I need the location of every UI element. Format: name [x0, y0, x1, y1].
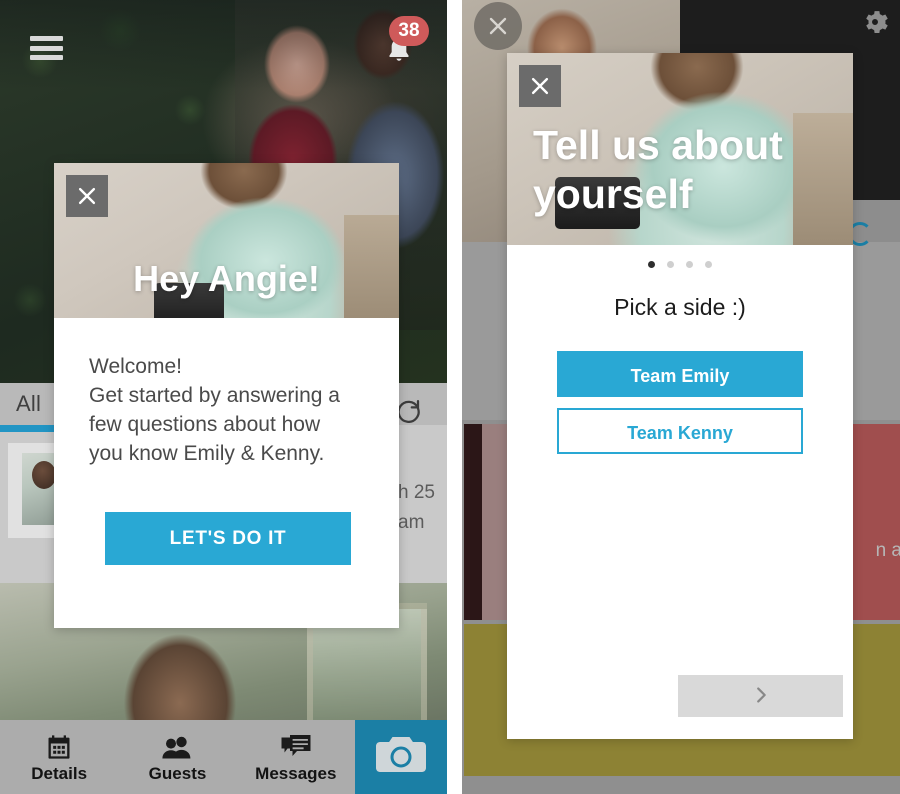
modal-body-text: Welcome! Get started by answering a few … [89, 355, 340, 465]
nav-item-guests[interactable]: Guests [118, 720, 236, 794]
feed-timestamp-date: h 25 [398, 482, 435, 503]
gear-icon[interactable] [858, 5, 892, 44]
next-button[interactable] [678, 675, 843, 717]
modal-hero-image: Tell us about yourself [507, 53, 853, 245]
hamburger-bar [30, 55, 63, 60]
carousel-dot-1[interactable] [648, 261, 655, 268]
hamburger-bar [30, 45, 63, 51]
close-x-icon[interactable] [519, 65, 561, 107]
welcome-modal: Hey Angie! Welcome! Get started by answe… [54, 163, 399, 628]
hamburger-menu-icon[interactable] [30, 36, 63, 60]
modal-hero-image: Hey Angie! [54, 163, 399, 318]
nav-label-details: Details [31, 763, 88, 783]
background-text-fragment: n a [875, 540, 900, 561]
bottom-navigation-bar: Details Guests Messages [0, 720, 447, 794]
nav-label-guests: Guests [148, 763, 207, 783]
carousel-dot-2[interactable] [667, 261, 674, 268]
choice-team-emily[interactable]: Team Emily [557, 351, 803, 397]
modal-footer [507, 675, 853, 739]
modal-hero-title: Hey Angie! [133, 258, 320, 299]
close-x-icon[interactable] [66, 175, 108, 217]
chat-bubbles-icon [280, 731, 312, 761]
carousel-dot-3[interactable] [686, 261, 693, 268]
camera-icon [375, 734, 427, 781]
chevron-right-icon [750, 682, 772, 711]
modal-hero-title: Tell us about yourself [533, 122, 783, 217]
left-app-screen: 38 All h 25 am Details Guests Messages H… [0, 0, 447, 794]
choice-team-kenny[interactable]: Team Kenny [557, 408, 803, 454]
camera-button[interactable] [354, 720, 447, 794]
hamburger-bar [30, 36, 63, 41]
lets-do-it-button[interactable]: LET'S DO IT [105, 512, 351, 565]
carousel-dot-4[interactable] [705, 261, 712, 268]
carousel-dots [507, 245, 853, 278]
background-tile-dark [464, 424, 482, 620]
question-text: Pick a side :) [614, 294, 746, 320]
tell-us-about-yourself-modal: Tell us about yourself Pick a side :) Te… [507, 53, 853, 739]
nav-label-messages: Messages [255, 763, 337, 783]
right-app-screen: n a Tell us about yourself Pick a side:… [462, 0, 900, 794]
choice-list: Team Emily Team Kenny [507, 321, 853, 465]
notifications-button[interactable]: 38 [377, 16, 429, 70]
calendar-icon [45, 731, 73, 761]
screenshot-stage: 38 All h 25 am Details Guests Messages H… [0, 0, 900, 794]
tab-all[interactable]: All [0, 391, 41, 417]
panel-divider [452, 0, 457, 794]
nav-item-details[interactable]: Details [0, 720, 118, 794]
feed-timestamp: h 25 am [398, 478, 435, 538]
notification-badge: 38 [389, 16, 429, 46]
close-x-circle-icon[interactable] [474, 2, 522, 50]
feed-timestamp-time: am [398, 512, 425, 533]
nav-item-messages[interactable]: Messages [237, 720, 355, 794]
people-icon [160, 731, 194, 761]
modal-body: Welcome! Get started by answering a few … [54, 318, 399, 565]
